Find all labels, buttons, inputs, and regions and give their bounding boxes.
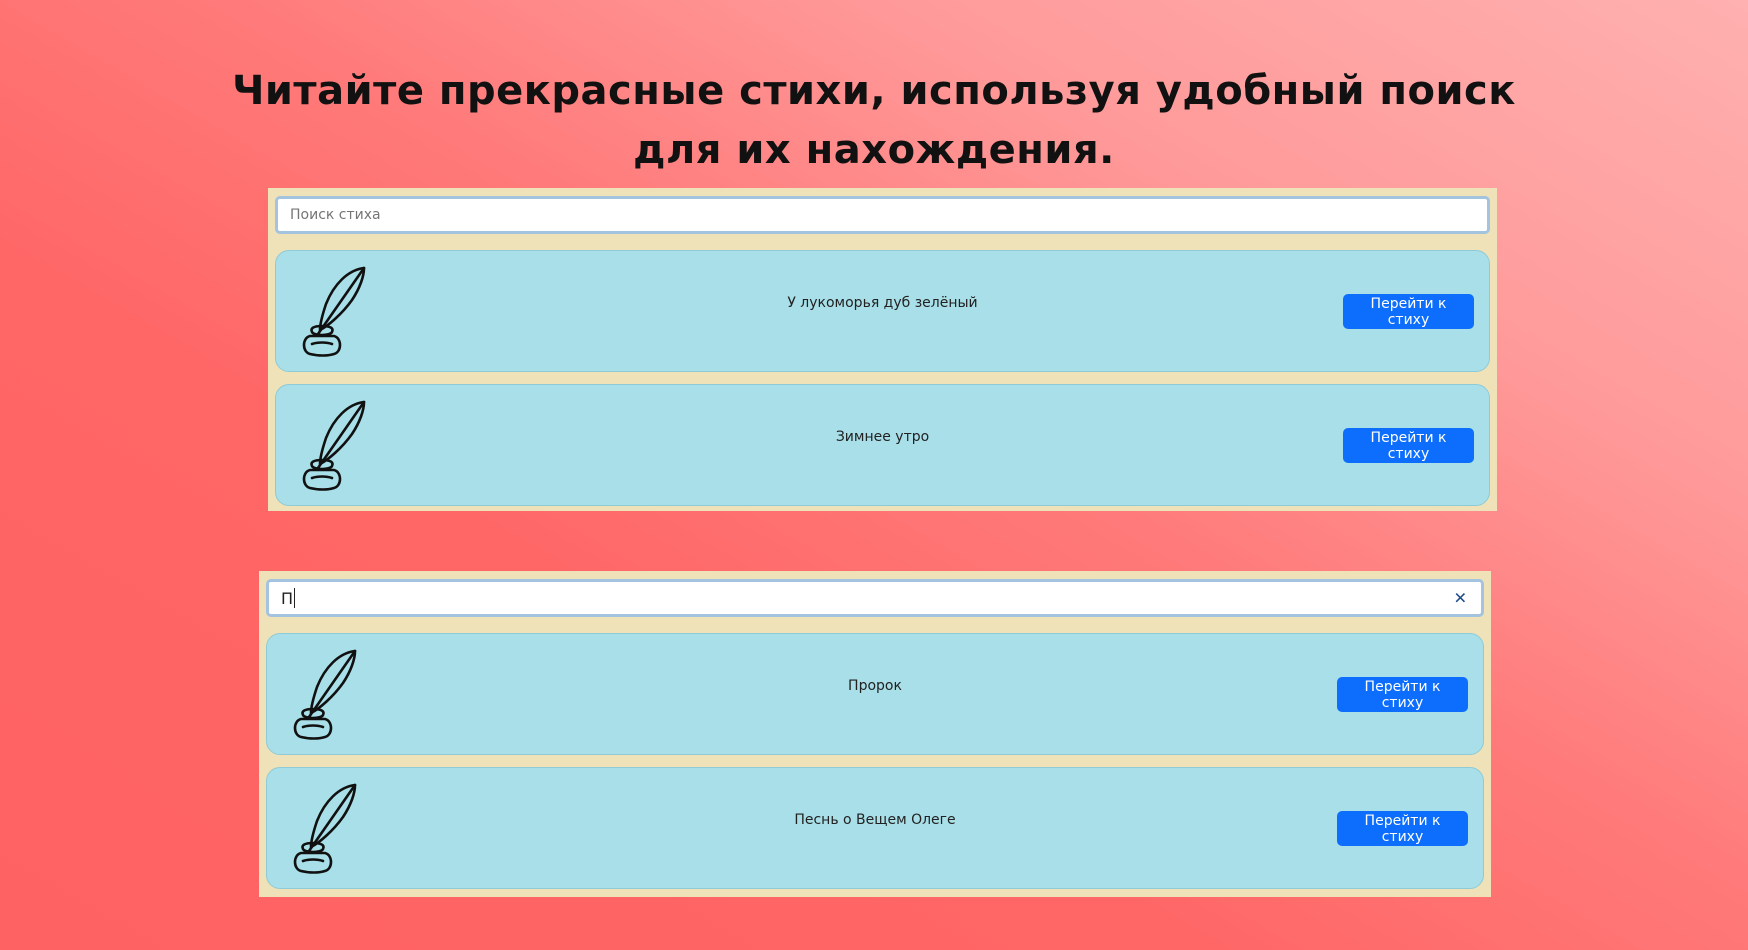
quill-inkwell-icon xyxy=(293,783,357,874)
poem-card: Пророк Перейти к стиху xyxy=(266,633,1484,755)
search-placeholder: Поиск стиха xyxy=(290,207,381,223)
poem-title: У лукоморья дуб зелёный xyxy=(787,295,978,311)
poem-title: Зимнее утро xyxy=(835,429,930,445)
poem-list-panel: Поиск стиха У лукоморья дуб зелёный Пере… xyxy=(268,188,1497,511)
quill-inkwell-icon xyxy=(293,649,357,740)
page-title: Читайте прекрасные стихи, используя удоб… xyxy=(232,68,1516,173)
go-to-poem-button[interactable]: Перейти к стиху xyxy=(1337,811,1468,846)
poem-title: Пророк xyxy=(848,678,902,694)
search-input[interactable]: П ✕ xyxy=(266,579,1484,617)
go-to-poem-button[interactable]: Перейти к стиху xyxy=(1343,428,1474,463)
search-input[interactable]: Поиск стиха xyxy=(275,196,1490,234)
close-icon[interactable]: ✕ xyxy=(1454,589,1467,608)
poem-card: У лукоморья дуб зелёный Перейти к стиху xyxy=(275,250,1490,372)
quill-inkwell-icon xyxy=(302,400,366,491)
poem-list-panel-filtered: П ✕ Пророк Перейти к стиху Песнь о Вещем… xyxy=(259,571,1491,897)
search-value: П xyxy=(281,588,294,608)
poem-card: Зимнее утро Перейти к стиху xyxy=(275,384,1490,506)
poem-title: Песнь о Вещем Олеге xyxy=(794,812,956,828)
poem-card: Песнь о Вещем Олеге Перейти к стиху xyxy=(266,767,1484,889)
go-to-poem-button[interactable]: Перейти к стиху xyxy=(1343,294,1474,329)
quill-inkwell-icon xyxy=(302,266,366,357)
text-caret xyxy=(294,588,296,608)
go-to-poem-button[interactable]: Перейти к стиху xyxy=(1337,677,1468,712)
